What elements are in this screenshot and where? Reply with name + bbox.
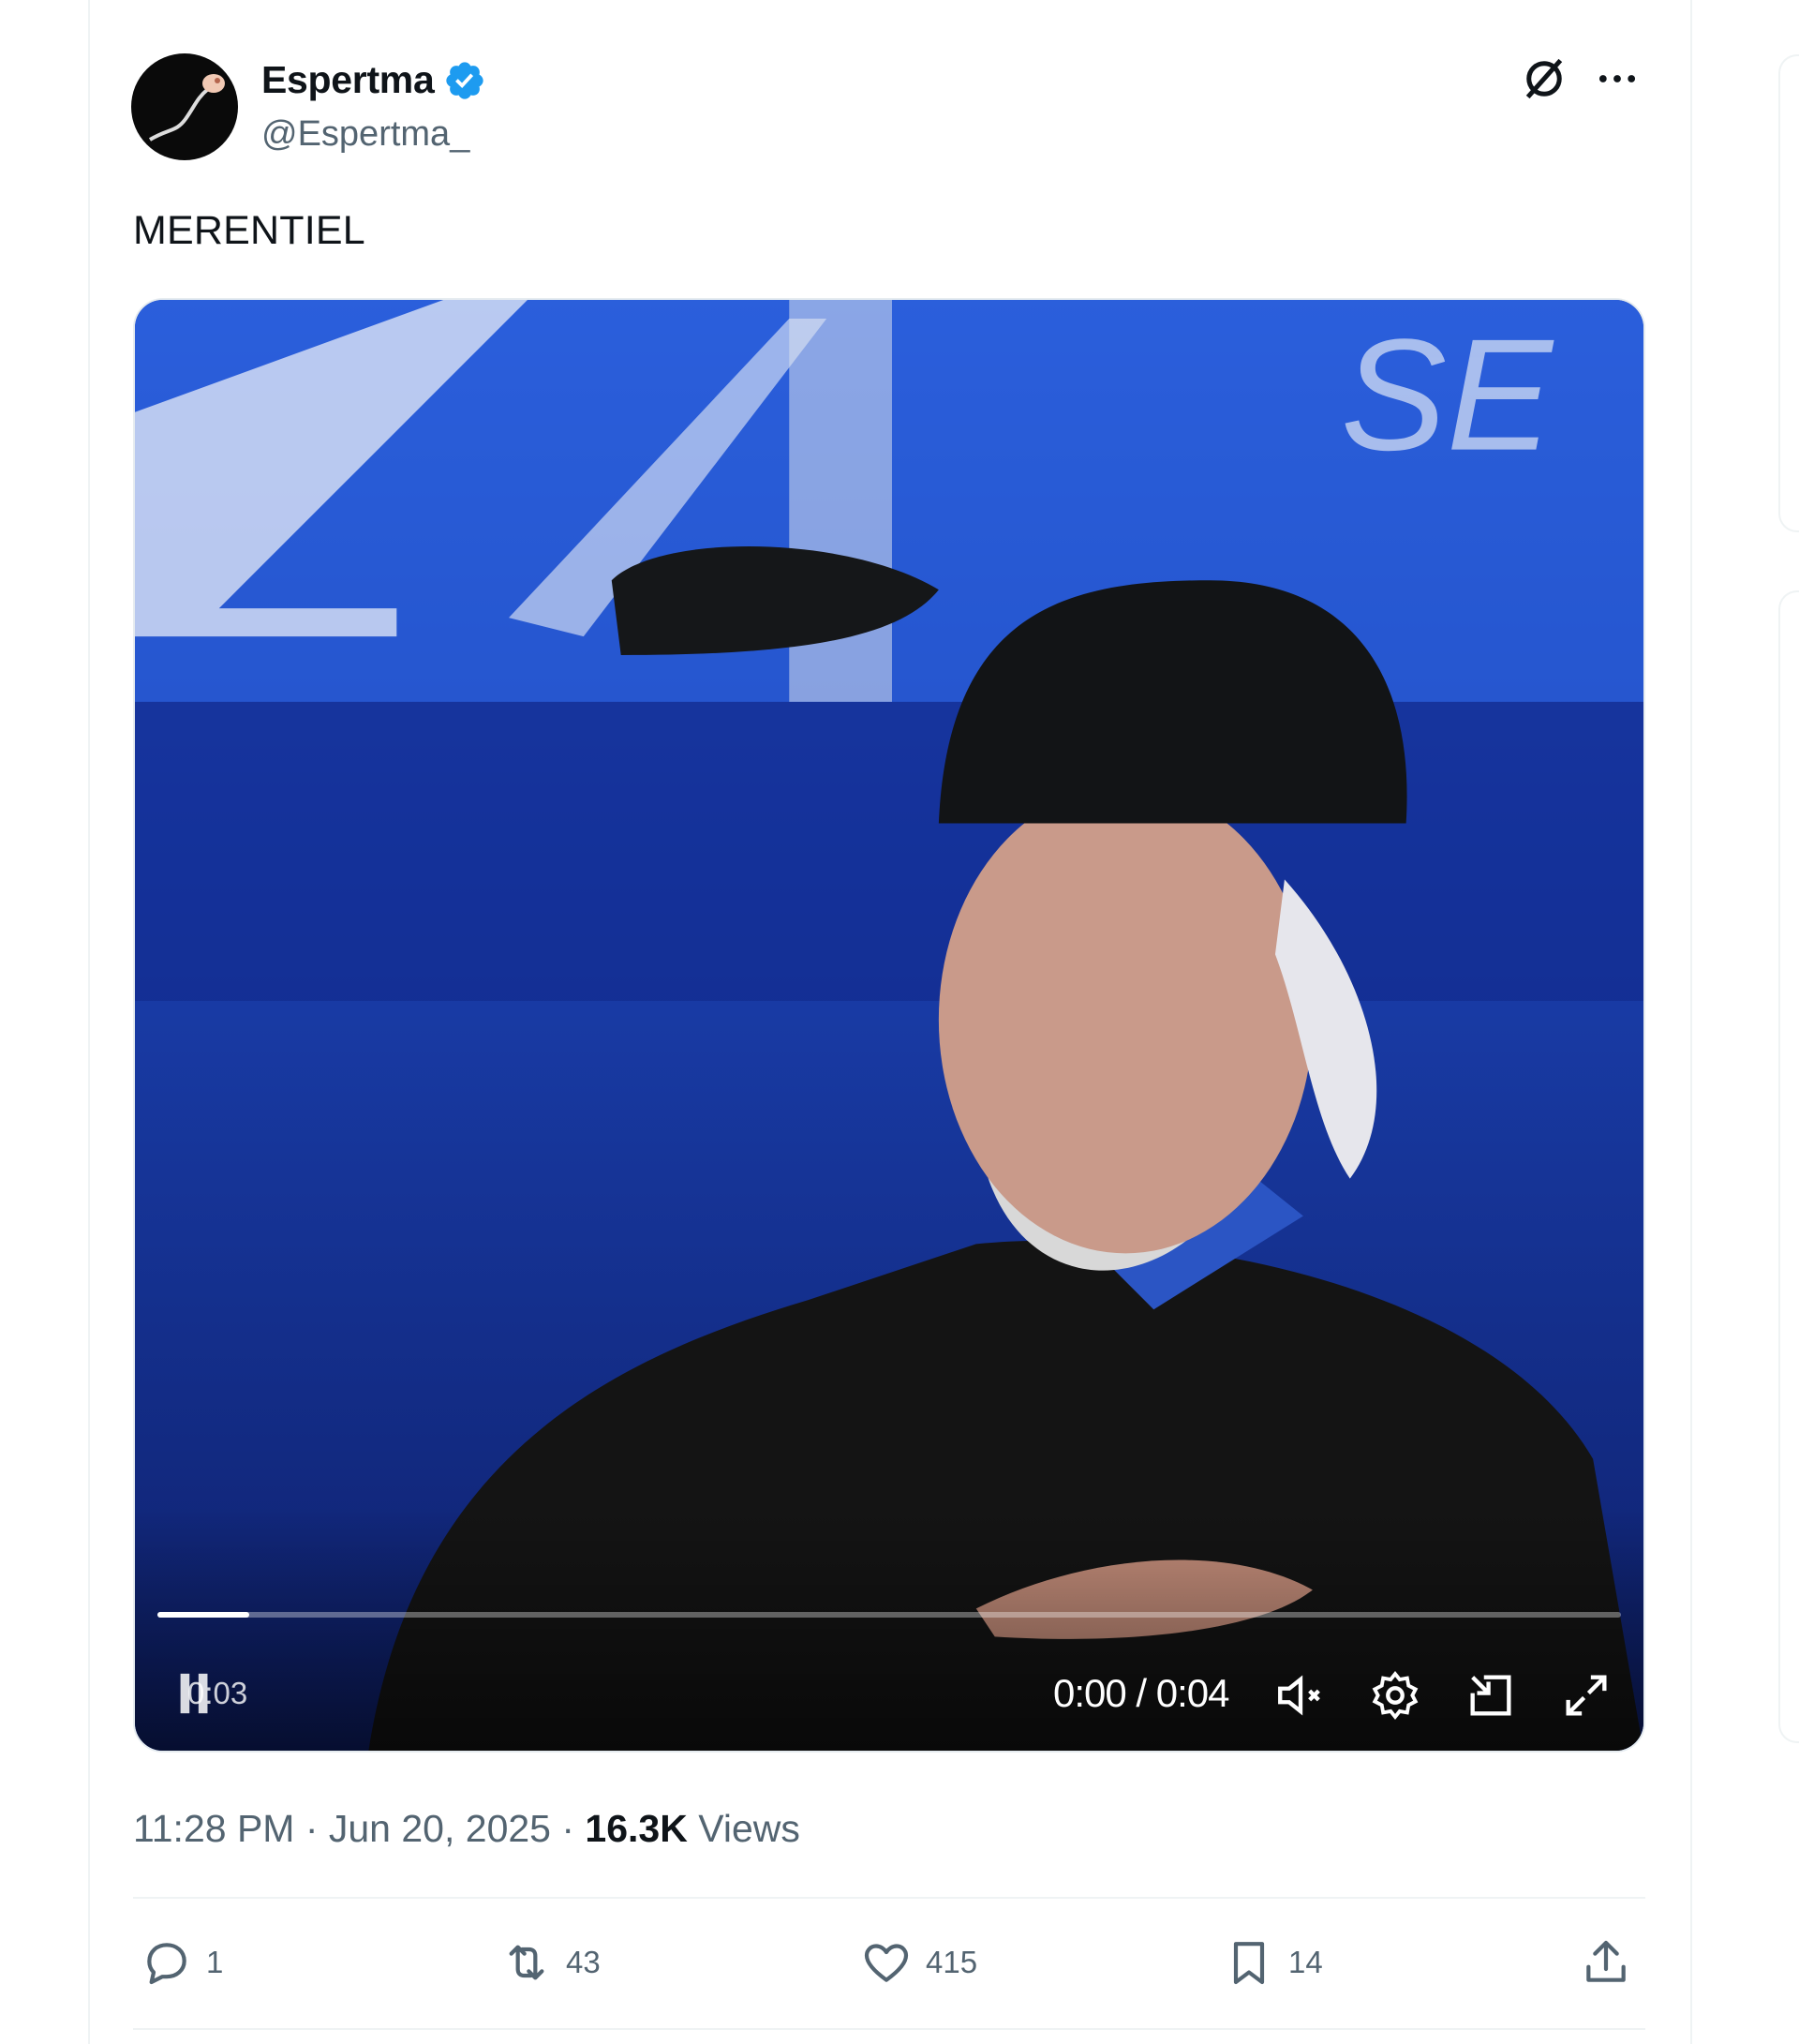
- divider: [133, 1897, 1645, 1899]
- user-handle[interactable]: @Espertma_: [261, 114, 469, 155]
- like-count: 415: [926, 1945, 978, 1979]
- reply-count: 1: [206, 1945, 224, 1979]
- divider: [133, 2028, 1645, 2030]
- fullscreen-icon[interactable]: [1559, 1668, 1613, 1723]
- like-button[interactable]: 415: [860, 1936, 977, 1989]
- repost-icon: [509, 1945, 544, 1980]
- tweet-text: MERENTIEL: [133, 208, 365, 253]
- sidebar-card-edge: [1778, 590, 1799, 1743]
- grok-icon[interactable]: [1520, 54, 1569, 103]
- video-time-readout: 0:00 / 0:04: [1053, 1671, 1229, 1715]
- display-name[interactable]: Espertma: [261, 58, 435, 102]
- repost-count: 43: [566, 1945, 601, 1979]
- pause-icon[interactable]: [176, 1670, 214, 1717]
- avatar[interactable]: [131, 53, 238, 160]
- tweet-meta: 11:28 PM · Jun 20, 2025 · 16.3K Views: [133, 1807, 800, 1851]
- more-icon[interactable]: [1593, 54, 1642, 103]
- bookmark-button[interactable]: 14: [1223, 1936, 1323, 1989]
- mute-icon[interactable]: [1273, 1668, 1328, 1723]
- settings-icon[interactable]: [1368, 1668, 1422, 1723]
- share-icon: [1586, 1940, 1626, 1982]
- picture-in-picture-icon[interactable]: [1464, 1668, 1518, 1723]
- bookmark-count: 14: [1288, 1945, 1323, 1979]
- sidebar-card-edge: [1778, 54, 1799, 532]
- reply-button[interactable]: 1: [141, 1936, 223, 1989]
- verified-badge-icon: [446, 61, 484, 99]
- reply-icon: [147, 1943, 186, 1985]
- views-label: Views: [698, 1807, 800, 1850]
- video-progress-bar[interactable]: [157, 1612, 1621, 1618]
- timestamp[interactable]: 11:28 PM · Jun 20, 2025 ·: [133, 1807, 585, 1850]
- share-button[interactable]: [1580, 1936, 1632, 1989]
- video-player[interactable]: SE 0:03 0:00 / 0:04: [133, 298, 1645, 1753]
- like-icon: [864, 1944, 909, 1982]
- svg-text:SE: SE: [1341, 306, 1554, 484]
- repost-button[interactable]: 43: [500, 1936, 601, 1989]
- video-progress-fill: [157, 1612, 250, 1618]
- bookmark-icon: [1233, 1942, 1265, 1985]
- views-count: 16.3K: [585, 1807, 688, 1850]
